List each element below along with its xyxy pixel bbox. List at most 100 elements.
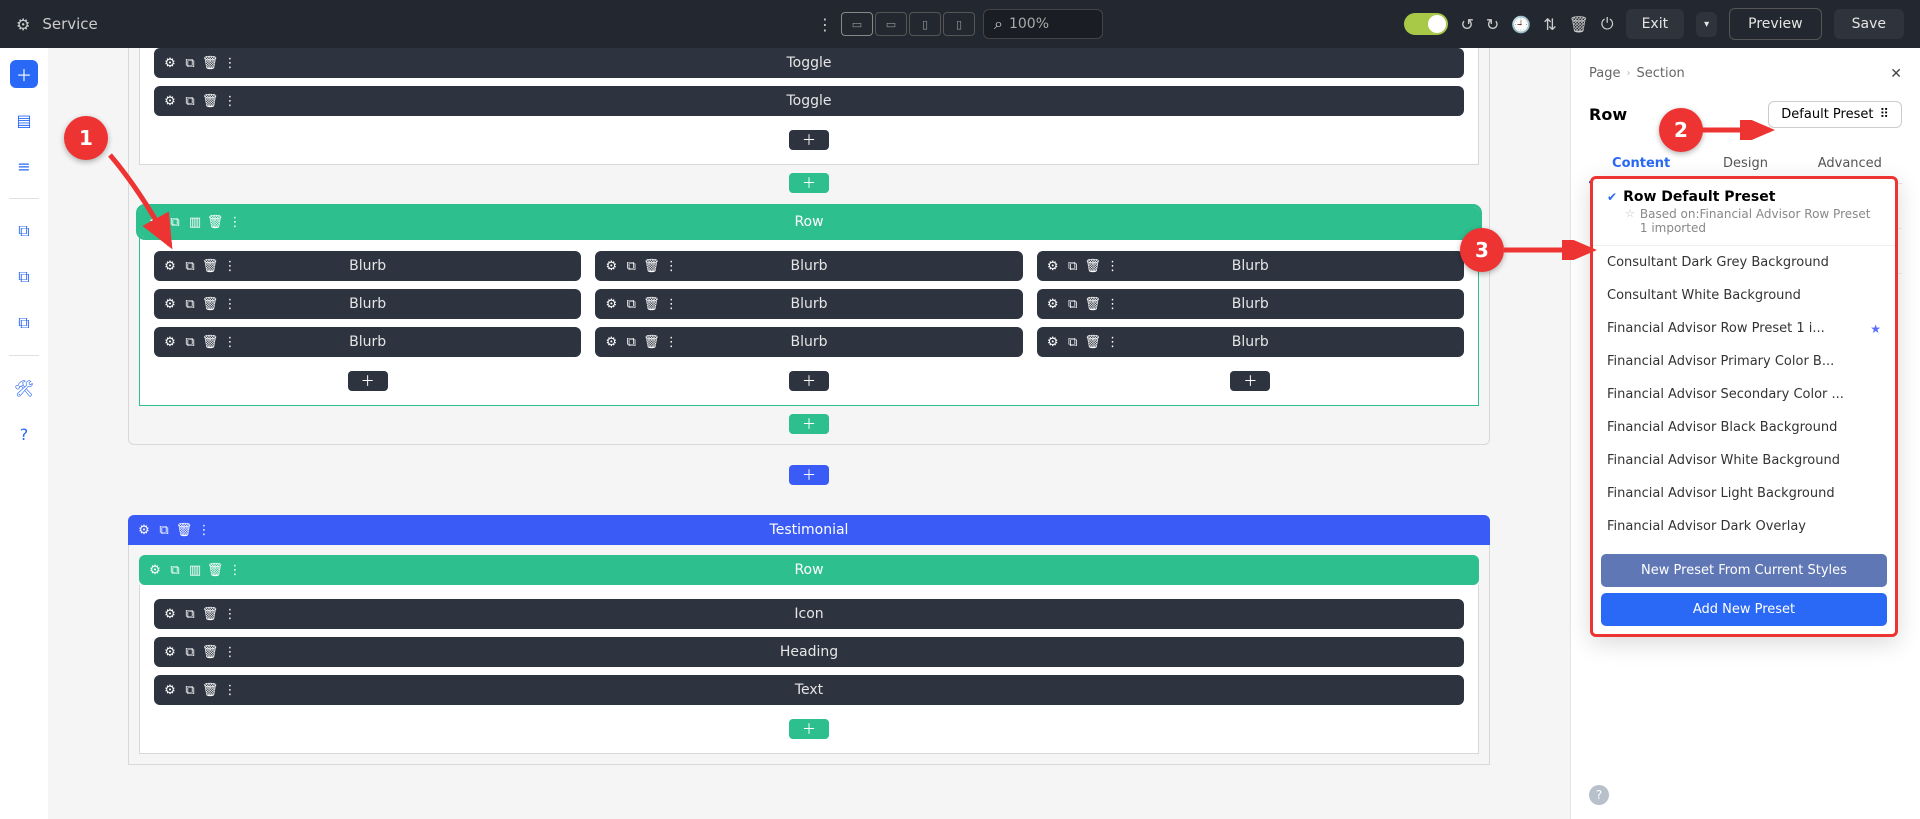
copy-icon[interactable]: ⧉ bbox=[182, 55, 198, 71]
toggle-module[interactable]: ⚙ ⧉ 🗑 ⋮ Toggle bbox=[154, 48, 1464, 78]
help-badge-icon[interactable]: ? bbox=[1589, 785, 1609, 805]
gear-icon[interactable]: ⚙ bbox=[147, 214, 163, 230]
more-icon[interactable]: ⋮ bbox=[222, 55, 238, 71]
more-icon[interactable]: ⋮ bbox=[222, 296, 238, 312]
more-icon[interactable]: ⋮ bbox=[663, 296, 679, 312]
row-selected[interactable]: ⚙ ⧉ ▥ 🗑 ⋮ Row bbox=[139, 207, 1479, 237]
gear-icon[interactable]: ⚙ bbox=[147, 562, 163, 578]
copy-icon[interactable]: ⧉ bbox=[182, 682, 198, 698]
blurb-module[interactable]: ⚙⧉🗑⋮Blurb bbox=[1037, 289, 1464, 319]
gear-icon[interactable]: ⚙ bbox=[162, 93, 178, 109]
blurb-module[interactable]: ⚙⧉🗑⋮Blurb bbox=[595, 327, 1022, 357]
breadcrumb-section[interactable]: Section bbox=[1636, 66, 1684, 81]
preset-item[interactable]: Financial Advisor Primary Color B... bbox=[1593, 345, 1895, 378]
preset-current[interactable]: ✔Row Default Preset ☆Based on:Financial … bbox=[1593, 179, 1895, 246]
zoom-box[interactable]: ⌕ bbox=[983, 9, 1103, 39]
trash-icon[interactable]: 🗑 bbox=[207, 562, 223, 578]
gear-icon[interactable]: ⚙ bbox=[162, 296, 178, 312]
blurb-module[interactable]: ⚙⧉🗑⋮Blurb bbox=[154, 289, 581, 319]
copy-icon[interactable]: ⧉ bbox=[182, 93, 198, 109]
more-icon[interactable]: ⋮ bbox=[222, 682, 238, 698]
more-icon[interactable]: ⋮ bbox=[222, 644, 238, 660]
save-button[interactable]: Save bbox=[1834, 9, 1904, 39]
trash-icon[interactable]: 🗑 bbox=[1085, 296, 1101, 312]
more-icon[interactable]: ⋮ bbox=[663, 258, 679, 274]
copy-icon[interactable]: ⧉ bbox=[182, 606, 198, 622]
testimonial-bar[interactable]: ⚙ ⧉ 🗑 ⋮ Testimonial bbox=[128, 515, 1490, 545]
preset-item[interactable]: Financial Advisor Black Background bbox=[1593, 411, 1895, 444]
device-desktop-button[interactable]: ▭ bbox=[841, 12, 873, 36]
add-row-button[interactable]: ＋ bbox=[789, 173, 829, 193]
copy-icon[interactable]: ⧉ bbox=[1065, 296, 1081, 312]
trash-icon[interactable]: 🗑 bbox=[202, 606, 218, 622]
gear-icon[interactable]: ⚙ bbox=[1045, 334, 1061, 350]
trash-icon[interactable]: 🗑 bbox=[202, 296, 218, 312]
more-icon[interactable]: ⋮ bbox=[222, 606, 238, 622]
add-button[interactable]: ＋ bbox=[10, 60, 38, 88]
toggle-module[interactable]: ⚙ ⧉ 🗑 ⋮ Toggle bbox=[154, 86, 1464, 116]
copy-icon[interactable]: ⧉ bbox=[1065, 334, 1081, 350]
gear-icon[interactable]: ⚙ bbox=[162, 606, 178, 622]
add-module-button[interactable]: ＋ bbox=[1230, 371, 1270, 391]
copy-icon[interactable]: ⧉ bbox=[182, 644, 198, 660]
trash-icon[interactable]: 🗑 bbox=[202, 644, 218, 660]
preset-item[interactable]: Financial Advisor Secondary Color ... bbox=[1593, 378, 1895, 411]
trash-icon[interactable]: 🗑 bbox=[643, 334, 659, 350]
gear-icon[interactable]: ⚙ bbox=[162, 644, 178, 660]
undo-icon[interactable]: ↺ bbox=[1460, 15, 1473, 34]
copy-icon[interactable]: ⧉ bbox=[182, 334, 198, 350]
preset-item[interactable]: Financial Advisor Row Preset 1 i...★ bbox=[1593, 312, 1895, 345]
more-icon[interactable]: ⋮ bbox=[222, 93, 238, 109]
blurb-module[interactable]: ⚙⧉🗑⋮Blurb bbox=[154, 327, 581, 357]
trash-icon[interactable]: 🗑 bbox=[1085, 334, 1101, 350]
copy-icon[interactable]: ⧉ bbox=[167, 562, 183, 578]
copy-icon[interactable]: ⧉ bbox=[182, 258, 198, 274]
exit-caret-button[interactable]: ▾ bbox=[1696, 12, 1717, 37]
copy-icon[interactable]: ⧉ bbox=[623, 296, 639, 312]
exit-button[interactable]: Exit bbox=[1626, 9, 1685, 39]
trash-icon[interactable]: 🗑 bbox=[643, 296, 659, 312]
add-module-button[interactable]: ＋ bbox=[789, 371, 829, 391]
preset-item[interactable]: Financial Advisor Dark Overlay bbox=[1593, 510, 1895, 543]
heading-module[interactable]: ⚙⧉🗑⋮Heading bbox=[154, 637, 1464, 667]
add-section-button[interactable]: ＋ bbox=[789, 465, 829, 485]
columns-icon[interactable]: ▥ bbox=[187, 562, 203, 578]
gear-icon[interactable]: ⚙ bbox=[603, 258, 619, 274]
trash-icon[interactable]: 🗑 bbox=[1569, 15, 1589, 34]
device-phone-button[interactable]: ▯ bbox=[943, 12, 975, 36]
tools-icon[interactable]: 🛠 bbox=[10, 374, 38, 402]
blurb-module[interactable]: ⚙⧉🗑⋮Blurb bbox=[595, 289, 1022, 319]
preset-item[interactable]: Financial Advisor Light Background bbox=[1593, 477, 1895, 510]
trash-icon[interactable]: 🗑 bbox=[202, 93, 218, 109]
preset-item[interactable]: Consultant Dark Grey Background bbox=[1593, 246, 1895, 279]
columns-icon[interactable]: ▥ bbox=[187, 214, 203, 230]
breadcrumb-page[interactable]: Page bbox=[1589, 66, 1620, 81]
more-icon[interactable]: ⋮ bbox=[1105, 296, 1121, 312]
new-preset-from-current-button[interactable]: New Preset From Current Styles bbox=[1601, 554, 1887, 587]
history-icon[interactable]: 🕘 bbox=[1511, 15, 1531, 34]
add-row-button[interactable]: ＋ bbox=[789, 414, 829, 434]
dark-mode-toggle[interactable] bbox=[1404, 13, 1448, 35]
device-tablet-button[interactable]: ▯ bbox=[909, 12, 941, 36]
add-row-button[interactable]: ＋ bbox=[789, 719, 829, 739]
outline-icon[interactable]: ≡ bbox=[10, 152, 38, 180]
zoom-input[interactable] bbox=[1009, 16, 1069, 32]
power-icon[interactable]: ⏻ bbox=[1601, 14, 1614, 34]
icon-module[interactable]: ⚙⧉🗑⋮Icon bbox=[154, 599, 1464, 629]
layers-icon[interactable]: ▤ bbox=[10, 106, 38, 134]
media-icon[interactable]: ⧉ bbox=[10, 309, 38, 337]
row[interactable]: ⚙ ⧉ ▥ 🗑 ⋮ Row bbox=[139, 555, 1479, 585]
library-icon[interactable]: ⧉ bbox=[10, 263, 38, 291]
blurb-module[interactable]: ⚙⧉🗑⋮Blurb bbox=[595, 251, 1022, 281]
copy-icon[interactable]: ⧉ bbox=[1065, 258, 1081, 274]
gear-icon[interactable]: ⚙ bbox=[162, 55, 178, 71]
gear-icon[interactable]: ⚙ bbox=[1045, 258, 1061, 274]
trash-icon[interactable]: 🗑 bbox=[202, 334, 218, 350]
more-icon[interactable]: ⋮ bbox=[1105, 258, 1121, 274]
add-module-button[interactable]: ＋ bbox=[789, 130, 829, 150]
gear-icon[interactable]: ⚙ bbox=[162, 682, 178, 698]
trash-icon[interactable]: 🗑 bbox=[202, 258, 218, 274]
add-module-button[interactable]: ＋ bbox=[348, 371, 388, 391]
preset-item[interactable]: Financial Advisor White Background bbox=[1593, 444, 1895, 477]
more-icon[interactable]: ⋮ bbox=[663, 334, 679, 350]
